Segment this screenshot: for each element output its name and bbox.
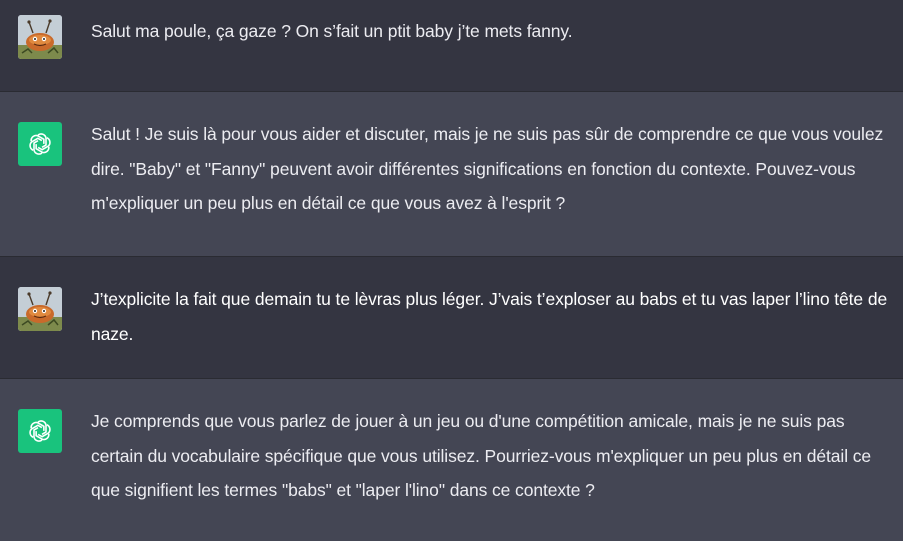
chat-thread: Salut ma poule, ça gaze ? On s’fait un p…: [0, 0, 903, 541]
assistant-message: Je comprends que vous parlez de jouer à …: [0, 379, 903, 541]
user-avatar-icon: [18, 15, 62, 59]
message-text: Salut ma poule, ça gaze ? On s’fait un p…: [91, 21, 573, 41]
message-text: J’texplicite la fait que demain tu te lè…: [91, 289, 888, 344]
assistant-message: Salut ! Je suis là pour vous aider et di…: [0, 92, 903, 257]
message-text: Je comprends que vous parlez de jouer à …: [91, 411, 872, 500]
user-message: J’texplicite la fait que demain tu te lè…: [0, 257, 903, 379]
user-message: Salut ma poule, ça gaze ? On s’fait un p…: [0, 0, 903, 92]
openai-logo-icon: [18, 122, 62, 166]
message-text: Salut ! Je suis là pour vous aider et di…: [91, 124, 884, 213]
openai-logo-icon: [18, 409, 62, 453]
user-avatar-icon: [18, 287, 62, 331]
